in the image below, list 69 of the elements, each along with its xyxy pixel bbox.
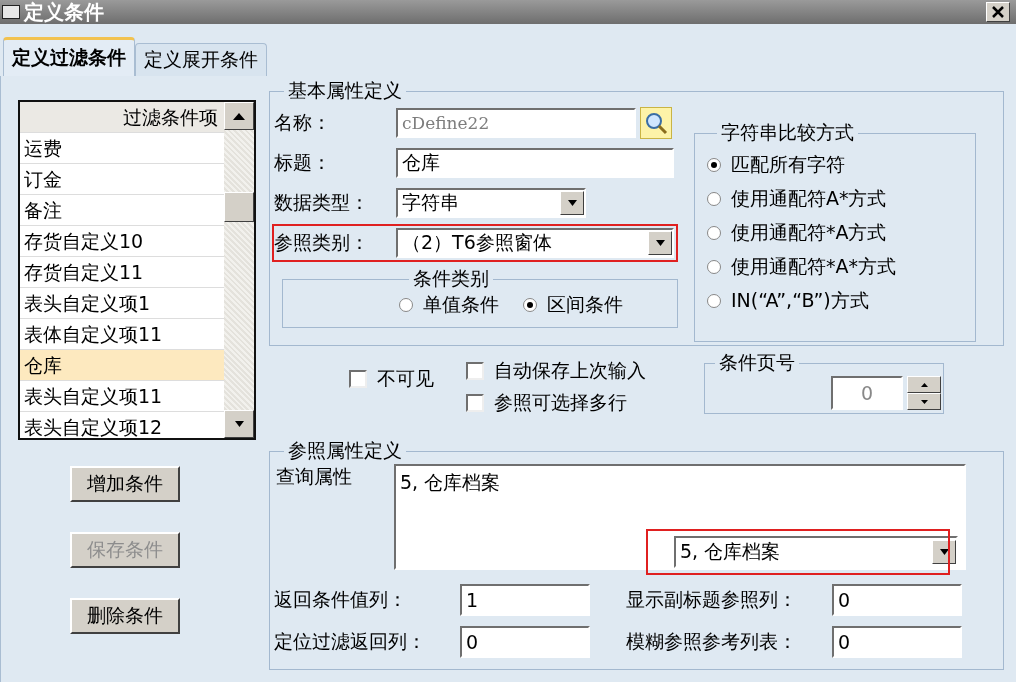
checkbox[interactable] (466, 362, 484, 380)
radio-button[interactable] (707, 192, 721, 206)
scroll-up-button[interactable] (224, 102, 254, 130)
spin-up-button[interactable] (907, 376, 941, 393)
group-title: 参照属性定义 (287, 438, 403, 463)
text-field[interactable]: 0 (460, 626, 590, 658)
radio-label: 使用通配符A*方式 (731, 186, 887, 211)
tab[interactable]: 定义过滤条件 (3, 37, 135, 76)
text-field[interactable]: 1 (460, 584, 590, 616)
group-title: 条件页号 (718, 350, 796, 375)
field-label: 模糊参照参考列表： (626, 629, 798, 654)
group-title: 字符串比较方式 (720, 120, 855, 145)
radio-button[interactable] (523, 298, 537, 312)
checkbox[interactable] (349, 370, 367, 388)
spin-down-button[interactable] (907, 393, 941, 410)
condition-button[interactable]: 增加条件 (70, 466, 180, 502)
close-icon (992, 6, 1004, 18)
list-item[interactable]: 表头自定义项12 (20, 411, 224, 438)
window-icon (2, 5, 20, 19)
radio-button[interactable] (707, 294, 721, 308)
radio-label: 单值条件 (423, 292, 499, 317)
list-item[interactable]: 仓库 (20, 349, 224, 380)
radio-label: 匹配所有字符 (731, 152, 845, 177)
query-text: 5, 仓库档案 (400, 471, 501, 493)
page-number-field[interactable]: 0 (831, 376, 903, 410)
field-label: 查询属性 (275, 464, 353, 489)
field-label: 标题： (274, 150, 332, 175)
close-button[interactable] (986, 2, 1010, 22)
field-label: 数据类型： (274, 190, 370, 215)
field-label: 名称： (274, 110, 332, 135)
dropdown-caret-icon (939, 549, 949, 555)
query-dropdown[interactable]: 5, 仓库档案 (674, 536, 958, 568)
text-field[interactable]: 0 (832, 584, 962, 616)
scroll-thumb[interactable] (224, 192, 254, 222)
text-field[interactable]: 仓库 (396, 148, 674, 178)
field-label: 返回条件值列： (274, 587, 408, 612)
dropdown-field[interactable]: （2）T6参照窗体 (396, 228, 674, 258)
checkbox-label: 自动保存上次输入 (494, 358, 646, 383)
group-title: 基本属性定义 (287, 78, 403, 103)
checkbox-label: 参照可选择多行 (494, 390, 627, 415)
dropdown-field[interactable]: 字符串 (396, 188, 586, 218)
dropdown-caret-icon (655, 240, 665, 246)
radio-button[interactable] (707, 158, 721, 172)
radio-button[interactable] (707, 260, 721, 274)
up-caret-icon (233, 112, 245, 120)
down-caret-icon (234, 421, 244, 427)
radio-button[interactable] (707, 226, 721, 240)
field-label: 定位过滤返回列： (274, 629, 427, 654)
scrollbar[interactable] (224, 102, 254, 438)
checkbox[interactable] (466, 394, 484, 412)
tab[interactable]: 定义展开条件 (135, 43, 267, 76)
scroll-down-button[interactable] (224, 410, 254, 438)
field-label: 参照类别： (274, 230, 370, 255)
field-label: 显示副标题参照列： (626, 587, 798, 612)
text-field[interactable]: 0 (832, 626, 962, 658)
search-icon (644, 111, 668, 135)
radio-label: 使用通配符*A*方式 (731, 254, 896, 279)
down-caret-icon (920, 399, 928, 404)
window-title: 定义条件 (24, 2, 105, 22)
condition-button[interactable]: 删除条件 (70, 598, 180, 634)
list-header: 过滤条件项 (20, 102, 224, 132)
radio-label: IN(“A”,“B”)方式 (731, 288, 869, 313)
dropdown-caret-icon (567, 200, 577, 206)
radio-button[interactable] (399, 298, 413, 312)
up-caret-icon (920, 382, 928, 387)
checkbox-label: 不可见 (377, 366, 434, 391)
radio-label: 区间条件 (547, 292, 623, 317)
radio-label: 使用通配符*A方式 (731, 220, 887, 245)
group-title: 条件类别 (412, 266, 490, 291)
